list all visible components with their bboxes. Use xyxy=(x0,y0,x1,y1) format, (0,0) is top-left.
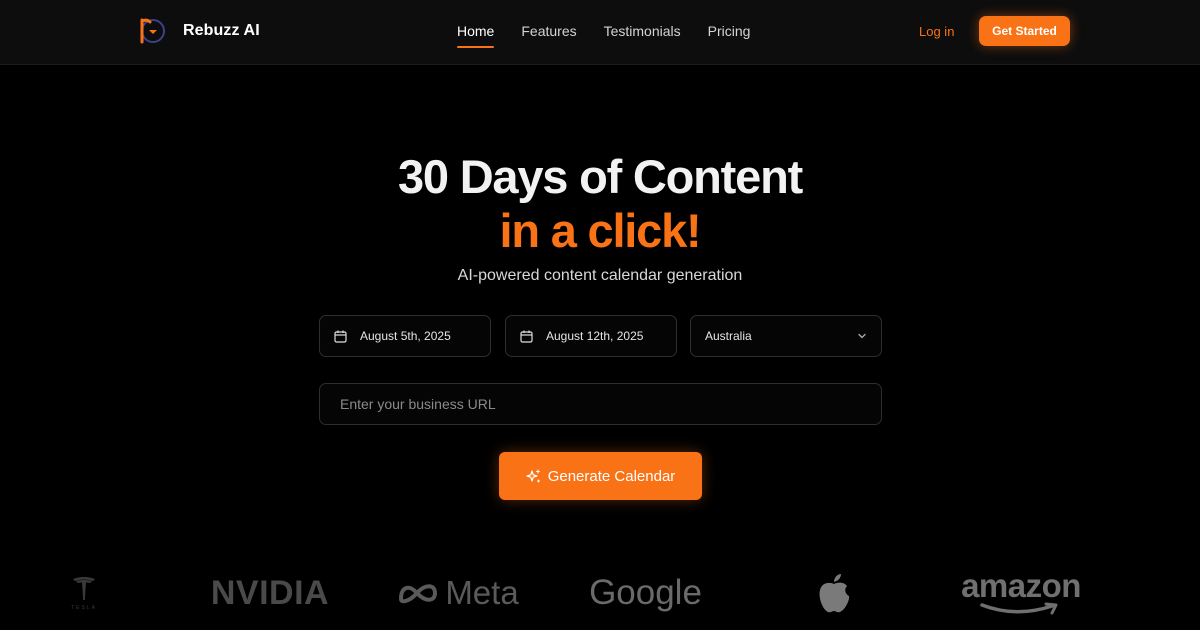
amazon-smile-icon xyxy=(980,602,1058,615)
chevron-down-icon xyxy=(858,333,866,339)
get-started-button[interactable]: Get Started xyxy=(979,16,1070,46)
nav-link-testimonials[interactable]: Testimonials xyxy=(604,23,681,47)
amazon-wordmark: amazon xyxy=(961,567,1081,604)
generate-calendar-label: Generate Calendar xyxy=(547,467,676,485)
country-select-value: Australia xyxy=(705,329,752,343)
country-select[interactable]: Australia xyxy=(690,315,882,357)
meta-wordmark: Meta xyxy=(445,574,519,611)
start-date-picker[interactable]: August 5th, 2025 xyxy=(319,315,491,357)
tesla-logo-icon xyxy=(73,577,95,600)
start-date-value: August 5th, 2025 xyxy=(360,329,451,343)
apple-logo-icon xyxy=(819,574,850,613)
sparkles-icon xyxy=(526,468,540,483)
rebuzz-logo-icon xyxy=(140,18,165,44)
brand-name: Rebuzz AI xyxy=(183,21,260,39)
hero-title-line2: in a click! xyxy=(499,204,701,257)
hero-title: 30 Days of Content in a click! xyxy=(0,150,1200,258)
calendar-icon xyxy=(334,330,347,343)
google-logo: Google xyxy=(589,573,702,612)
apple-logo xyxy=(812,565,856,621)
login-link[interactable]: Log in xyxy=(919,24,954,39)
hero-title-line1: 30 Days of Content xyxy=(397,150,803,203)
tesla-wordmark: TESLA xyxy=(71,605,97,611)
main-nav: Home Features Testimonials Pricing xyxy=(457,23,751,48)
nav-link-home[interactable]: Home xyxy=(457,23,495,48)
hero-subtitle: AI-powered content calendar generation xyxy=(457,267,743,284)
amazon-logo: amazon xyxy=(950,565,1092,621)
meta-logo: Meta xyxy=(388,565,528,621)
brand-link[interactable]: Rebuzz AI xyxy=(138,16,260,45)
end-date-value: August 12th, 2025 xyxy=(546,329,644,343)
nav-link-features[interactable]: Features xyxy=(521,23,576,47)
top-navbar: Rebuzz AI Home Features Testimonials Pri… xyxy=(0,0,1200,65)
business-url-input[interactable] xyxy=(319,383,882,425)
end-date-picker[interactable]: August 12th, 2025 xyxy=(505,315,677,357)
meta-infinity-icon xyxy=(399,584,438,604)
nav-link-pricing[interactable]: Pricing xyxy=(708,23,751,47)
tesla-logo: TESLA xyxy=(64,565,104,621)
calendar-icon xyxy=(520,330,533,343)
generate-calendar-button[interactable]: Generate Calendar xyxy=(499,452,702,500)
nvidia-logo: NVIDIA xyxy=(210,573,330,612)
